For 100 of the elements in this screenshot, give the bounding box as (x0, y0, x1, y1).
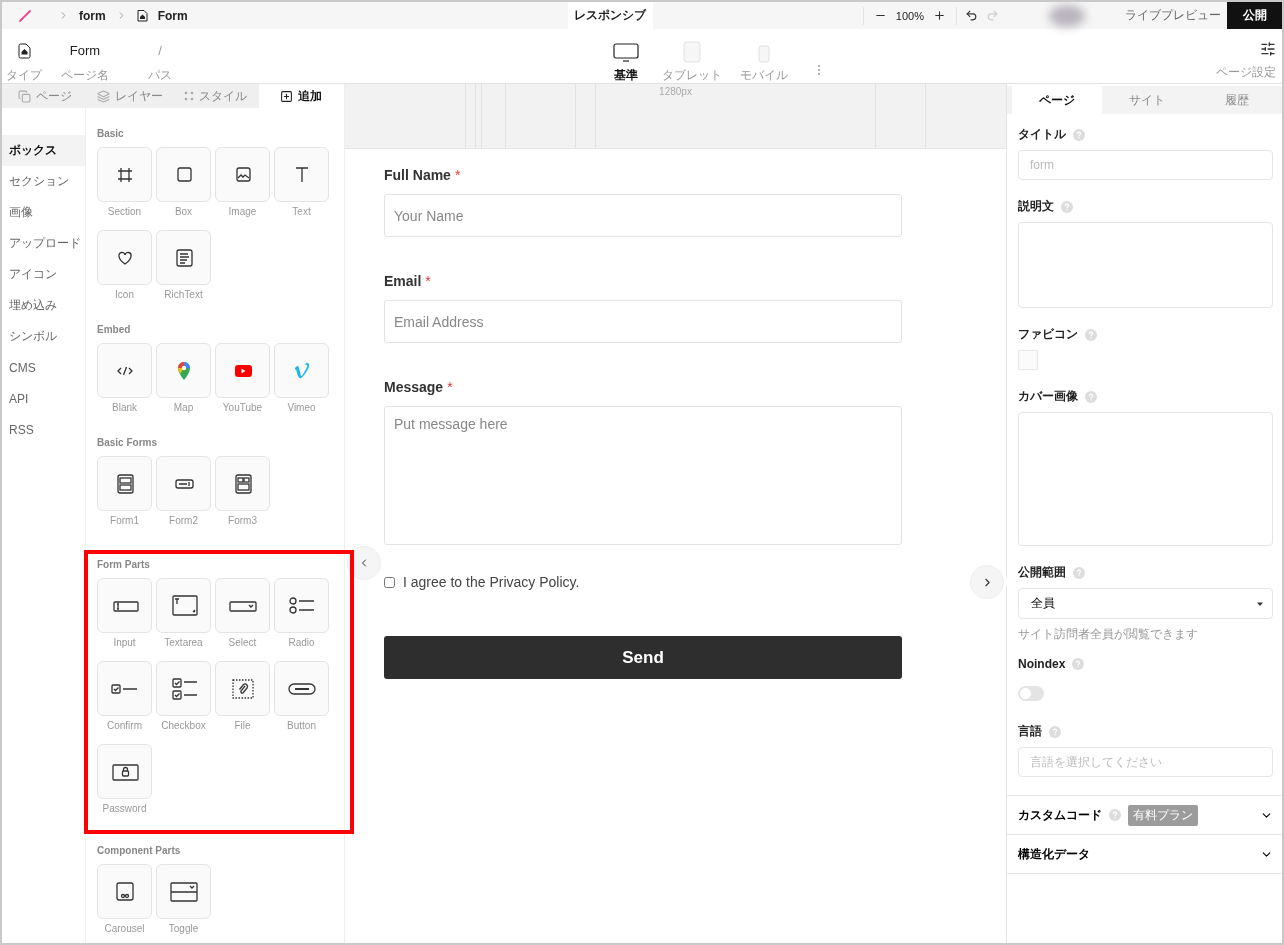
phone-icon (758, 45, 770, 63)
component-label: Button (287, 720, 316, 733)
component-label: Section (107, 206, 142, 219)
component-label: Map (173, 402, 194, 415)
consent-label: I agree to the Privacy Policy. (403, 574, 580, 590)
component-label: Input (113, 637, 136, 650)
category-item[interactable]: CMS (2, 352, 85, 383)
logo-icon[interactable] (18, 8, 32, 23)
category-item[interactable]: ボックス (2, 135, 85, 166)
panel-tab[interactable]: 追加 (258, 84, 344, 108)
setting-hint: サイト訪問者全員が閲覧できます (1018, 626, 1199, 643)
component-tile[interactable] (156, 578, 211, 633)
category-item[interactable]: 埋め込み (2, 290, 85, 321)
checkbox[interactable] (384, 576, 395, 588)
component-tile[interactable] (97, 864, 152, 919)
component-tile[interactable] (215, 456, 270, 511)
field-label: Email * (384, 273, 432, 289)
page-name-label: ページ名 (61, 67, 109, 84)
setting-label: タイトル (1018, 126, 1066, 143)
panel-tab[interactable]: レイヤー (87, 84, 173, 108)
panel-tab[interactable]: ページ (1012, 86, 1102, 114)
plus-icon (933, 9, 946, 22)
component-label: Password (102, 803, 147, 816)
canvas-width-label: 1280px (659, 86, 692, 98)
panel-tab[interactable]: サイト (1102, 86, 1192, 114)
description-field[interactable] (1018, 222, 1273, 308)
component-tile[interactable] (97, 147, 152, 202)
component-tile[interactable] (156, 343, 211, 398)
component-tile[interactable] (97, 230, 152, 285)
input-field[interactable]: Email Address (384, 300, 902, 343)
component-tile[interactable] (215, 147, 270, 202)
component-label: RichText (164, 289, 203, 302)
breadcrumb-link[interactable]: form (79, 8, 106, 23)
component-tile[interactable] (274, 343, 329, 398)
category-item[interactable]: セクション (2, 166, 85, 197)
group-title: Basic Forms (97, 437, 159, 448)
panel-tab[interactable]: 履歴 (1192, 86, 1282, 114)
setting-label: ファビコン (1018, 326, 1078, 343)
breadcrumb-link[interactable]: Form (157, 8, 188, 23)
component-tile[interactable] (156, 864, 211, 919)
toggle-switch[interactable] (1018, 686, 1044, 701)
monitor-icon (613, 43, 639, 63)
component-tile[interactable] (97, 578, 152, 633)
component-label: Text (292, 206, 311, 219)
component-tile[interactable] (215, 661, 270, 716)
component-tile[interactable] (156, 230, 211, 285)
message-field[interactable]: Put message here (384, 406, 902, 545)
component-label: Toggle (168, 923, 199, 936)
group-title: Component Parts (97, 845, 182, 856)
redo-icon (986, 9, 999, 22)
home-page-icon (136, 9, 148, 22)
input-field[interactable]: Your Name (384, 194, 902, 237)
panel-tab[interactable]: ページ (2, 84, 88, 108)
group-title: Form Parts (97, 559, 151, 570)
category-item[interactable]: アイコン (2, 259, 85, 290)
component-label: Confirm (107, 720, 142, 733)
text-field[interactable]: form (1018, 150, 1273, 180)
category-item[interactable]: API (2, 383, 85, 414)
select-field[interactable]: 全員 (1018, 588, 1273, 619)
category-item[interactable]: RSS (2, 414, 85, 445)
setting-label: 説明文 (1018, 198, 1054, 215)
setting-label: カバー画像 (1018, 388, 1078, 405)
dots-grid-icon (184, 91, 195, 101)
device-tab[interactable]: 基準 (608, 41, 644, 84)
component-label: Carousel (104, 923, 145, 936)
tablet-icon (683, 41, 701, 63)
component-label: Select (228, 637, 257, 650)
component-tile[interactable] (97, 744, 152, 799)
path-label: パス (148, 67, 172, 84)
component-tile[interactable] (274, 578, 329, 633)
undo-button[interactable] (965, 9, 978, 22)
send-button[interactable]: Send (384, 636, 902, 679)
component-tile[interactable] (156, 456, 211, 511)
component-tile[interactable] (97, 343, 152, 398)
category-item[interactable]: 画像 (2, 197, 85, 228)
publish-button[interactable]: 公開 (1227, 2, 1282, 29)
panel-tab[interactable]: スタイル (173, 84, 259, 108)
setting-label: 公開範囲 (1018, 564, 1066, 581)
component-label: File (234, 720, 251, 733)
plan-tag: 有料プラン (1128, 804, 1198, 826)
component-tile[interactable] (156, 661, 211, 716)
component-label: Vimeo (287, 402, 316, 415)
component-tile[interactable] (215, 343, 270, 398)
component-label: YouTube (222, 402, 263, 415)
component-tile[interactable] (215, 578, 270, 633)
undo-icon (965, 9, 978, 22)
zoom-in-button[interactable] (933, 9, 946, 22)
category-item[interactable]: シンボル (2, 321, 85, 352)
group-title: Embed (97, 324, 132, 335)
component-tile[interactable] (97, 661, 152, 716)
component-tile[interactable] (156, 147, 211, 202)
live-preview-button[interactable]: ライブプレビュー (1119, 6, 1227, 25)
page-name[interactable]: Form (69, 43, 101, 59)
component-tile[interactable] (274, 147, 329, 202)
home-page-icon[interactable] (17, 43, 31, 59)
component-label: Form3 (228, 515, 257, 528)
component-tile[interactable] (97, 456, 152, 511)
component-tile[interactable] (274, 661, 329, 716)
category-item[interactable]: アップロード (2, 228, 85, 259)
field-label: Full Name * (384, 167, 462, 183)
